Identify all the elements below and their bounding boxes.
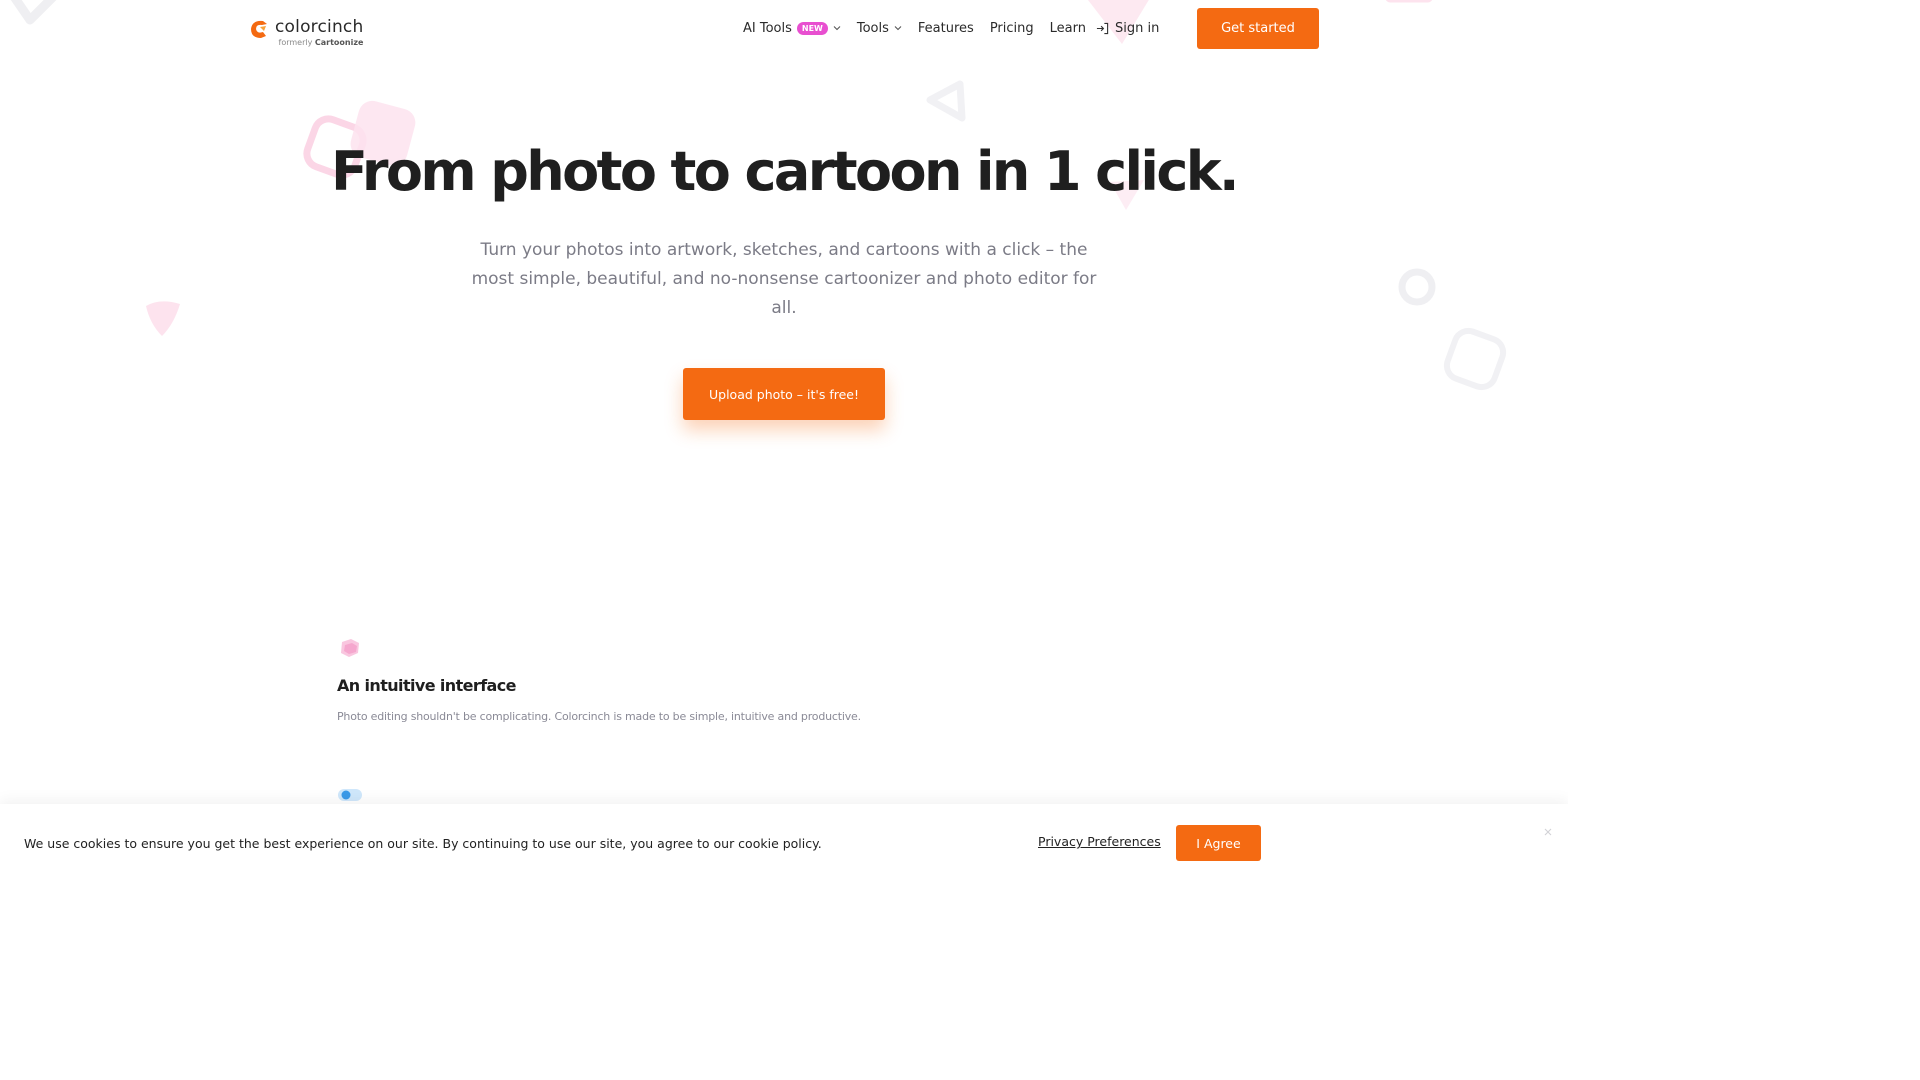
cookie-banner: We use cookies to ensure you get the bes… bbox=[0, 804, 1568, 882]
decor-triangle-outline-gray bbox=[926, 80, 966, 122]
nav-item-ai-tools[interactable]: AI Tools NEW bbox=[743, 18, 841, 38]
nav-item-label: Features bbox=[917, 20, 974, 36]
hero-subtitle: Turn your photos into artwork, sketches,… bbox=[471, 240, 1097, 318]
chevron-down-icon bbox=[833, 26, 841, 31]
get-started-button[interactable]: Get started bbox=[1197, 8, 1319, 49]
sign-in-label: Sign in bbox=[1114, 20, 1160, 36]
logo-name: colorcinch bbox=[275, 17, 364, 37]
nav-item-label: Learn bbox=[1049, 20, 1086, 36]
feature-text: Photo editing shouldn't be complicating.… bbox=[337, 710, 861, 723]
feature-title: An intuitive interface bbox=[337, 676, 516, 695]
decor-square-outline-gray bbox=[1443, 327, 1507, 391]
sign-in-link[interactable]: Sign in bbox=[1096, 21, 1159, 36]
logo[interactable]: colorcinch formerly Cartoonize bbox=[249, 16, 363, 48]
main-nav: AI Tools NEW Tools Features Pricing Lear… bbox=[743, 18, 1159, 38]
logo-sub-brand: Cartoonize bbox=[314, 38, 364, 47]
page: colorcinch formerly Cartoonize AI Tools … bbox=[0, 0, 1568, 882]
sign-in-icon bbox=[1096, 22, 1109, 34]
new-badge: NEW bbox=[796, 21, 828, 35]
nav-item-label: AI Tools bbox=[743, 20, 792, 36]
decor-heart-pink bbox=[146, 301, 180, 336]
i-agree-button[interactable]: I Agree bbox=[1176, 825, 1261, 861]
nav-item-pricing[interactable]: Pricing bbox=[990, 18, 1034, 38]
decor-top-right-pink bbox=[1385, 0, 1433, 3]
decor-shape-top-left bbox=[10, 0, 57, 25]
privacy-preferences-link[interactable]: Privacy Preferences bbox=[1038, 834, 1161, 849]
nav-item-label: Tools bbox=[856, 20, 889, 36]
nav-item-label: Pricing bbox=[989, 20, 1034, 36]
logo-sub-prefix: formerly bbox=[278, 38, 313, 47]
colorcinch-logo-icon bbox=[251, 20, 267, 38]
chevron-down-icon bbox=[894, 26, 902, 31]
logo-subtitle: formerly Cartoonize bbox=[275, 38, 364, 48]
pink-cube-icon bbox=[341, 639, 359, 657]
decor-ring-gray bbox=[1398, 268, 1436, 306]
close-icon[interactable] bbox=[1542, 826, 1554, 838]
nav-item-learn[interactable]: Learn bbox=[1050, 18, 1086, 38]
upload-photo-button[interactable]: Upload photo – it's free! bbox=[683, 368, 885, 420]
cookie-text: We use cookies to ensure you get the bes… bbox=[24, 836, 822, 851]
nav-item-tools[interactable]: Tools bbox=[857, 18, 902, 38]
hero-title: From photo to cartoon in 1 click. bbox=[331, 140, 1240, 203]
nav-item-features[interactable]: Features bbox=[918, 18, 974, 38]
blue-toggle-icon bbox=[338, 789, 362, 801]
